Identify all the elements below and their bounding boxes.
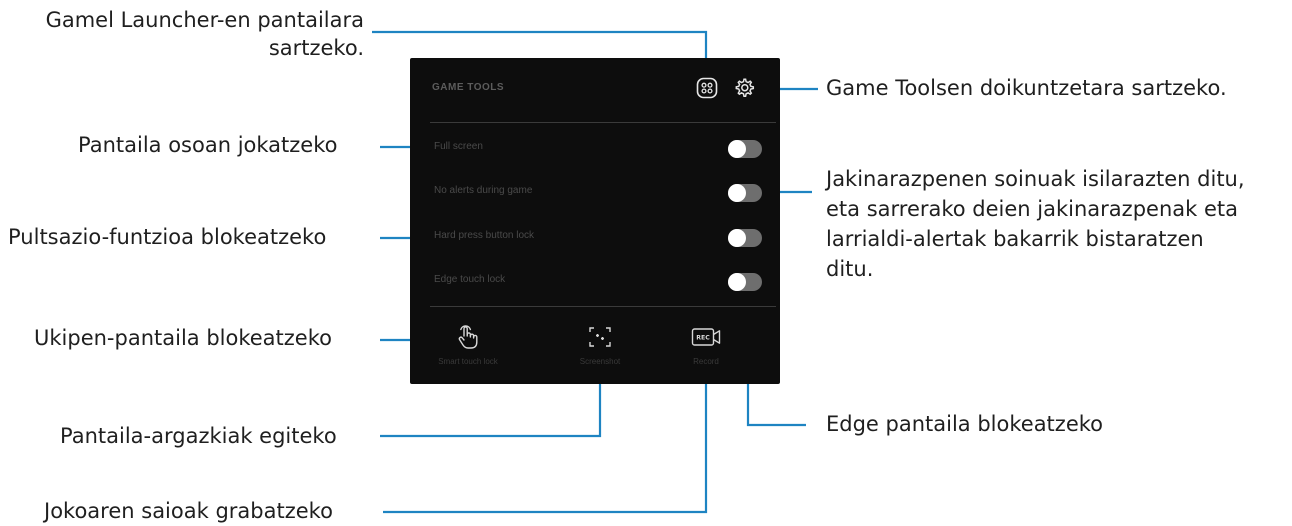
hard-press-toggle[interactable] bbox=[728, 229, 762, 247]
row-edge-touch[interactable]: Edge touch lock bbox=[430, 267, 776, 297]
callout-record: Jokoaren saioak grabatzeko bbox=[44, 499, 333, 523]
toggle-knob bbox=[728, 273, 746, 291]
tool-label: Record bbox=[693, 357, 719, 366]
row-full-screen[interactable]: Full screen bbox=[430, 134, 776, 164]
leader-line-record bbox=[383, 384, 708, 514]
row-label: Hard press button lock bbox=[434, 230, 535, 241]
tools-divider bbox=[430, 306, 776, 307]
callout-alerts-line-3: larrialdi-alertak bakarrik bistaratzen bbox=[826, 227, 1204, 251]
no-alerts-toggle[interactable] bbox=[728, 184, 762, 202]
screenshot-button[interactable]: Screenshot bbox=[550, 323, 650, 379]
callout-settings: Game Toolsen doikuntzetara sartzeko. bbox=[826, 76, 1227, 100]
record-icon: REC bbox=[689, 323, 723, 351]
callout-launcher-line-1: Gamel Launcher-en pantailara bbox=[45, 8, 364, 32]
record-button[interactable]: REC Record bbox=[656, 323, 756, 379]
toggle-knob bbox=[728, 184, 746, 202]
screenshot-icon bbox=[583, 323, 617, 351]
callout-alerts-line-4: ditu. bbox=[826, 257, 874, 281]
callout-edge: Edge pantaila blokeatzeko bbox=[826, 412, 1103, 436]
callout-screenshot: Pantaila-argazkiak egiteko bbox=[60, 424, 337, 448]
leader-line-screenshot bbox=[380, 384, 602, 438]
toggle-knob bbox=[728, 229, 746, 247]
toggle-knob bbox=[728, 140, 746, 158]
touch-lock-icon bbox=[451, 323, 485, 351]
callout-alerts-line-1: Jakinarazpenen soinuak isilarazten ditu, bbox=[826, 167, 1245, 191]
game-launcher-icon[interactable] bbox=[696, 77, 718, 99]
game-tools-panel: GAME TOOLS Full screen No alerts during … bbox=[410, 58, 780, 384]
panel-title: GAME TOOLS bbox=[432, 82, 505, 93]
edge-touch-toggle[interactable] bbox=[728, 273, 762, 291]
row-label: Full screen bbox=[434, 141, 483, 152]
callout-fullscreen: Pantaila osoan jokatzeko bbox=[78, 133, 338, 157]
full-screen-toggle[interactable] bbox=[728, 140, 762, 158]
callout-launcher-line-2: sartzeko. bbox=[268, 36, 364, 60]
tool-label: Screenshot bbox=[579, 357, 621, 366]
callout-hardpress: Pultsazio-funtzioa blokeatzeko bbox=[8, 225, 327, 249]
smart-touch-lock-button[interactable]: Smart touch lock bbox=[418, 323, 518, 379]
row-label: Edge touch lock bbox=[434, 274, 506, 285]
row-hard-press[interactable]: Hard press button lock bbox=[430, 223, 776, 253]
callout-touchlock: Ukipen-pantaila blokeatzeko bbox=[34, 326, 332, 350]
callout-alerts: Jakinarazpenen soinuak isilarazten ditu,… bbox=[826, 164, 1245, 284]
callout-launcher: Gamel Launcher-en pantailara sartzeko. bbox=[46, 6, 364, 62]
tool-label: Smart touch lock bbox=[438, 357, 498, 366]
gear-icon[interactable] bbox=[733, 77, 755, 99]
row-label: No alerts during game bbox=[434, 185, 533, 196]
header-divider bbox=[430, 122, 776, 123]
row-no-alerts[interactable]: No alerts during game bbox=[430, 178, 776, 208]
svg-text:REC: REC bbox=[696, 335, 710, 342]
callout-alerts-line-2: eta sarrerako deien jakinarazpenak eta bbox=[826, 197, 1238, 221]
